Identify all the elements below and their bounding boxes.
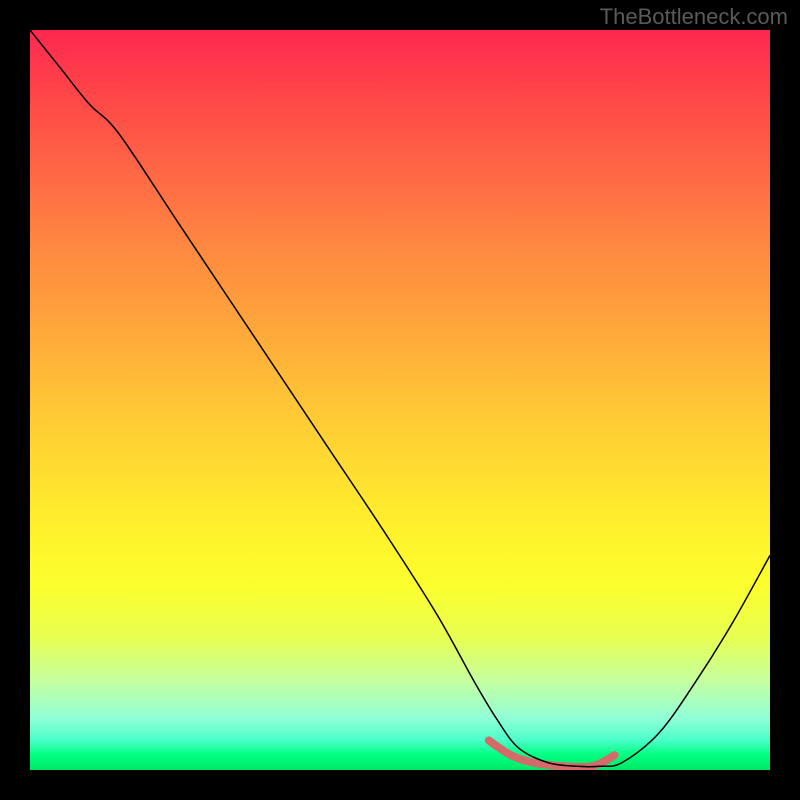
watermark-text: TheBottleneck.com xyxy=(600,4,788,30)
bottleneck-curve xyxy=(30,30,770,767)
chart-svg xyxy=(30,30,770,770)
chart-plot-area xyxy=(30,30,770,770)
